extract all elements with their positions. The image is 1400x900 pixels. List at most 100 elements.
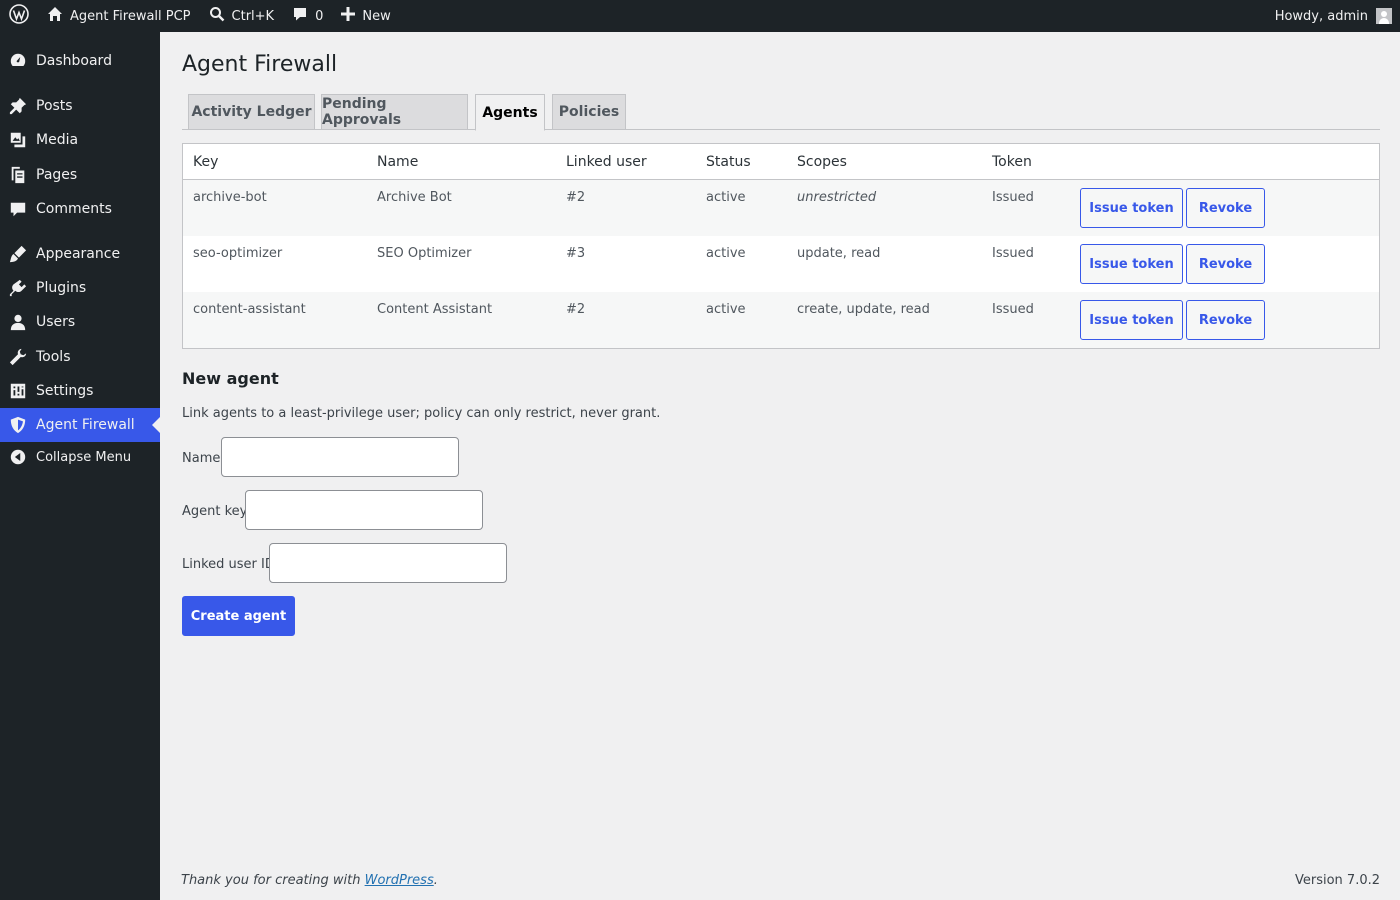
sidebar-item-label: Users <box>36 314 76 330</box>
cell-name: Content Assistant <box>377 302 493 317</box>
sidebar-item-comments[interactable]: Comments <box>0 192 160 226</box>
cell-status: active <box>706 246 746 261</box>
revoke-button[interactable]: Revoke <box>1186 244 1265 284</box>
plus-icon <box>341 7 356 25</box>
sidebar-item-plugins[interactable]: Plugins <box>0 271 160 305</box>
tab-policies[interactable]: Policies <box>552 94 626 130</box>
sidebar-item-pages[interactable]: Pages <box>0 158 160 192</box>
new-agent-description: Link agents to a least-privilege user; p… <box>182 406 661 421</box>
issue-token-button[interactable]: Issue token <box>1080 244 1183 284</box>
sidebar-item-label: Comments <box>36 201 112 217</box>
cell-linked-user: #2 <box>566 190 586 205</box>
sidebar-item-appearance[interactable]: Appearance <box>0 237 160 271</box>
sidebar-item-label: Pages <box>36 167 78 183</box>
create-agent-button[interactable]: Create agent <box>182 596 295 636</box>
sidebar-item-label: Tools <box>36 349 71 365</box>
name-input[interactable] <box>221 437 459 477</box>
table-header: Key Name Linked user Status Scopes Token <box>183 144 1379 180</box>
sidebar-item-label: Dashboard <box>36 53 112 69</box>
admin-bar: Agent Firewall PCP Ctrl+K 0 New Howdy, a… <box>0 0 1400 32</box>
plugin-icon <box>0 279 36 297</box>
tab-pending-approvals[interactable]: Pending Approvals <box>321 94 468 130</box>
cell-token: Issued <box>992 190 1034 205</box>
sidebar-item-agent-firewall[interactable]: Agent Firewall <box>0 408 160 442</box>
column-header-token: Token <box>992 154 1032 170</box>
linked-user-id-label: Linked user ID <box>182 557 275 572</box>
wrench-icon <box>0 348 36 366</box>
issue-token-button[interactable]: Issue token <box>1080 188 1183 228</box>
collapse-menu-label: Collapse Menu <box>36 449 132 465</box>
column-header-key: Key <box>193 154 219 170</box>
sidebar-item-tools[interactable]: Tools <box>0 340 160 374</box>
sidebar-item-users[interactable]: Users <box>0 305 160 339</box>
new-agent-heading: New agent <box>182 369 279 388</box>
cell-status: active <box>706 190 746 205</box>
cell-key: content-assistant <box>193 302 306 317</box>
new-content-menu[interactable]: New <box>332 0 399 32</box>
agent-key-label: Agent key <box>182 504 248 519</box>
page-title: Agent Firewall <box>182 52 338 77</box>
sidebar-item-dashboard[interactable]: Dashboard <box>0 44 160 78</box>
issue-token-button[interactable]: Issue token <box>1080 300 1183 340</box>
cell-key: archive-bot <box>193 190 267 205</box>
sidebar-item-label: Posts <box>36 98 73 114</box>
site-name-menu[interactable]: Agent Firewall PCP <box>38 0 200 32</box>
revoke-button[interactable]: Revoke <box>1186 188 1265 228</box>
cell-name: Archive Bot <box>377 190 452 205</box>
cell-token: Issued <box>992 302 1034 317</box>
pages-icon <box>0 166 36 184</box>
table-row: content-assistant Content Assistant #2 a… <box>183 292 1379 348</box>
column-header-status: Status <box>706 154 751 170</box>
tab-agents[interactable]: Agents <box>475 94 545 131</box>
comment-icon <box>0 200 36 218</box>
collapse-menu-button[interactable]: Collapse Menu <box>0 440 160 474</box>
main-content: Agent Firewall Activity Ledger Pending A… <box>160 32 1400 900</box>
sidebar-item-label: Agent Firewall <box>36 417 135 433</box>
sidebar-item-label: Appearance <box>36 246 121 262</box>
cell-status: active <box>706 302 746 317</box>
account-menu[interactable]: Howdy, admin <box>1266 0 1400 32</box>
avatar <box>1376 8 1392 24</box>
revoke-button[interactable]: Revoke <box>1186 300 1265 340</box>
sidebar-item-label: Settings <box>36 383 94 399</box>
pin-icon <box>0 97 36 115</box>
column-header-linked-user: Linked user <box>566 154 647 170</box>
media-icon <box>0 131 36 149</box>
cell-linked-user: #2 <box>566 302 586 317</box>
command-palette-button[interactable]: Ctrl+K <box>200 0 284 32</box>
column-header-scopes: Scopes <box>797 154 847 170</box>
home-icon <box>47 6 63 26</box>
sidebar-item-label: Media <box>36 132 79 148</box>
shield-icon <box>0 416 36 434</box>
settings-icon <box>0 382 36 400</box>
footer-thanks-suffix: . <box>433 873 438 888</box>
agents-table: Key Name Linked user Status Scopes Token… <box>182 143 1380 349</box>
cell-scopes: update, read <box>797 246 881 261</box>
cell-linked-user: #3 <box>566 246 586 261</box>
sidebar-item-posts[interactable]: Posts <box>0 89 160 123</box>
agent-key-input[interactable] <box>245 490 483 530</box>
search-icon <box>209 6 225 26</box>
table-row: archive-bot Archive Bot #2 active unrest… <box>183 180 1379 236</box>
dashboard-icon <box>0 52 36 70</box>
wordpress-logo-icon <box>9 4 29 28</box>
sidebar-item-media[interactable]: Media <box>0 123 160 157</box>
collapse-arrow-icon <box>0 448 36 466</box>
comments-count: 0 <box>315 8 324 24</box>
site-name: Agent Firewall PCP <box>70 8 191 24</box>
linked-user-id-input[interactable] <box>269 543 507 583</box>
admin-sidebar: Dashboard Posts Media Pages Comments App… <box>0 32 160 900</box>
comments-menu[interactable]: 0 <box>283 0 332 32</box>
footer-thanks: Thank you for creating with WordPress. <box>181 873 438 888</box>
cell-scopes: create, update, read <box>797 302 930 317</box>
wordpress-logo-menu[interactable] <box>0 0 38 32</box>
cell-key: seo-optimizer <box>193 246 283 261</box>
tab-activity-ledger[interactable]: Activity Ledger <box>188 94 315 130</box>
comment-bubble-icon <box>292 6 308 26</box>
wordpress-link[interactable]: WordPress <box>365 873 434 888</box>
cell-scopes: unrestricted <box>797 190 877 205</box>
howdy-text: Howdy, admin <box>1274 8 1368 24</box>
table-row: seo-optimizer SEO Optimizer #3 active up… <box>183 236 1379 292</box>
sidebar-item-settings[interactable]: Settings <box>0 374 160 408</box>
cell-name: SEO Optimizer <box>377 246 472 261</box>
